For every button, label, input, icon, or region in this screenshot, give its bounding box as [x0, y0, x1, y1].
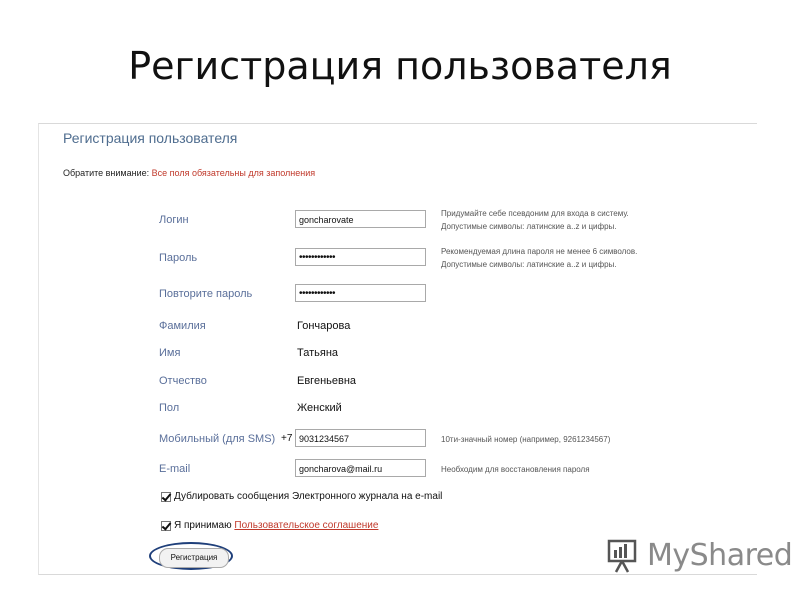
mobile-hint: 10ти-значный номер (например, 9261234567… [441, 435, 611, 444]
user-agreement-link[interactable]: Пользовательское соглашение [234, 520, 378, 531]
email-hint: Необходим для восстановления пароля [441, 465, 590, 474]
watermark-text: MyShared [647, 538, 793, 573]
notice-text: Все поля обязательны для заполнения [151, 168, 316, 178]
name-row: Имя Татьяна [39, 343, 757, 365]
password-row: Пароль •••••••••••• Рекомендуемая длина … [39, 245, 757, 271]
required-notice: Обратите внимание: Все поля обязательны … [63, 168, 315, 178]
gender-value: Женский [297, 402, 342, 414]
mobile-prefix: +7 [281, 433, 293, 444]
mobile-label: Мобильный (для SMS) [159, 433, 276, 445]
gender-row: Пол Женский [39, 398, 757, 420]
login-hint-line2: Допустимые символы: латинские a..z и циф… [441, 222, 617, 231]
agree-checkbox-label: Я принимаю Пользовательское соглашение [174, 520, 378, 531]
login-hint: Придумайте себе псевдоним для входа в си… [441, 207, 629, 233]
duplicate-checkbox[interactable] [161, 492, 171, 502]
surname-row: Фамилия Гончарова [39, 316, 757, 338]
name-label: Имя [159, 347, 181, 359]
register-button[interactable]: Регистрация [159, 548, 229, 568]
duplicate-checkbox-label: Дублировать сообщения Электронного журна… [174, 491, 443, 502]
password-hint: Рекомендуемая длина пароля не менее 6 си… [441, 245, 637, 271]
password-repeat-input[interactable]: •••••••••••• [295, 284, 426, 302]
patronymic-label: Отчество [159, 375, 207, 387]
myshared-logo: MyShared [605, 535, 793, 575]
login-hint-line1: Придумайте себе псевдоним для входа в си… [441, 209, 629, 218]
mobile-row: Мобильный (для SMS) +7 9031234567 10ти-з… [39, 429, 757, 451]
notice-prefix: Обратите внимание: [63, 168, 150, 178]
password-repeat-row: Повторите пароль •••••••••••• [39, 284, 757, 306]
agree-checkbox[interactable] [161, 521, 171, 531]
login-label: Логин [159, 214, 189, 226]
email-input[interactable]: goncharova@mail.ru [295, 459, 426, 477]
mobile-input[interactable]: 9031234567 [295, 429, 426, 447]
name-value: Татьяна [297, 347, 339, 359]
gender-label: Пол [159, 402, 180, 414]
form-title: Регистрация пользователя [63, 130, 238, 146]
registration-form-screenshot: Регистрация пользователя Обратите вниман… [38, 123, 757, 575]
surname-value: Гончарова [297, 320, 351, 332]
login-input[interactable]: goncharovate [295, 210, 426, 228]
agree-text: Я принимаю [174, 520, 232, 531]
email-label: E-mail [159, 463, 191, 475]
login-row: Логин goncharovate Придумайте себе псевд… [39, 207, 757, 233]
patronymic-value: Евгеньевна [297, 375, 357, 387]
password-hint-line1: Рекомендуемая длина пароля не менее 6 си… [441, 247, 638, 256]
presentation-icon [607, 539, 637, 573]
password-input[interactable]: •••••••••••• [295, 248, 426, 266]
patronymic-row: Отчество Евгеньевна [39, 371, 757, 393]
password-hint-line2: Допустимые символы: латинские a..z и циф… [441, 260, 617, 269]
password-repeat-label: Повторите пароль [159, 288, 253, 300]
slide-title: Регистрация пользователя [128, 44, 672, 88]
email-row: E-mail goncharova@mail.ru Необходим для … [39, 459, 757, 481]
password-label: Пароль [159, 252, 198, 264]
surname-label: Фамилия [159, 320, 206, 332]
